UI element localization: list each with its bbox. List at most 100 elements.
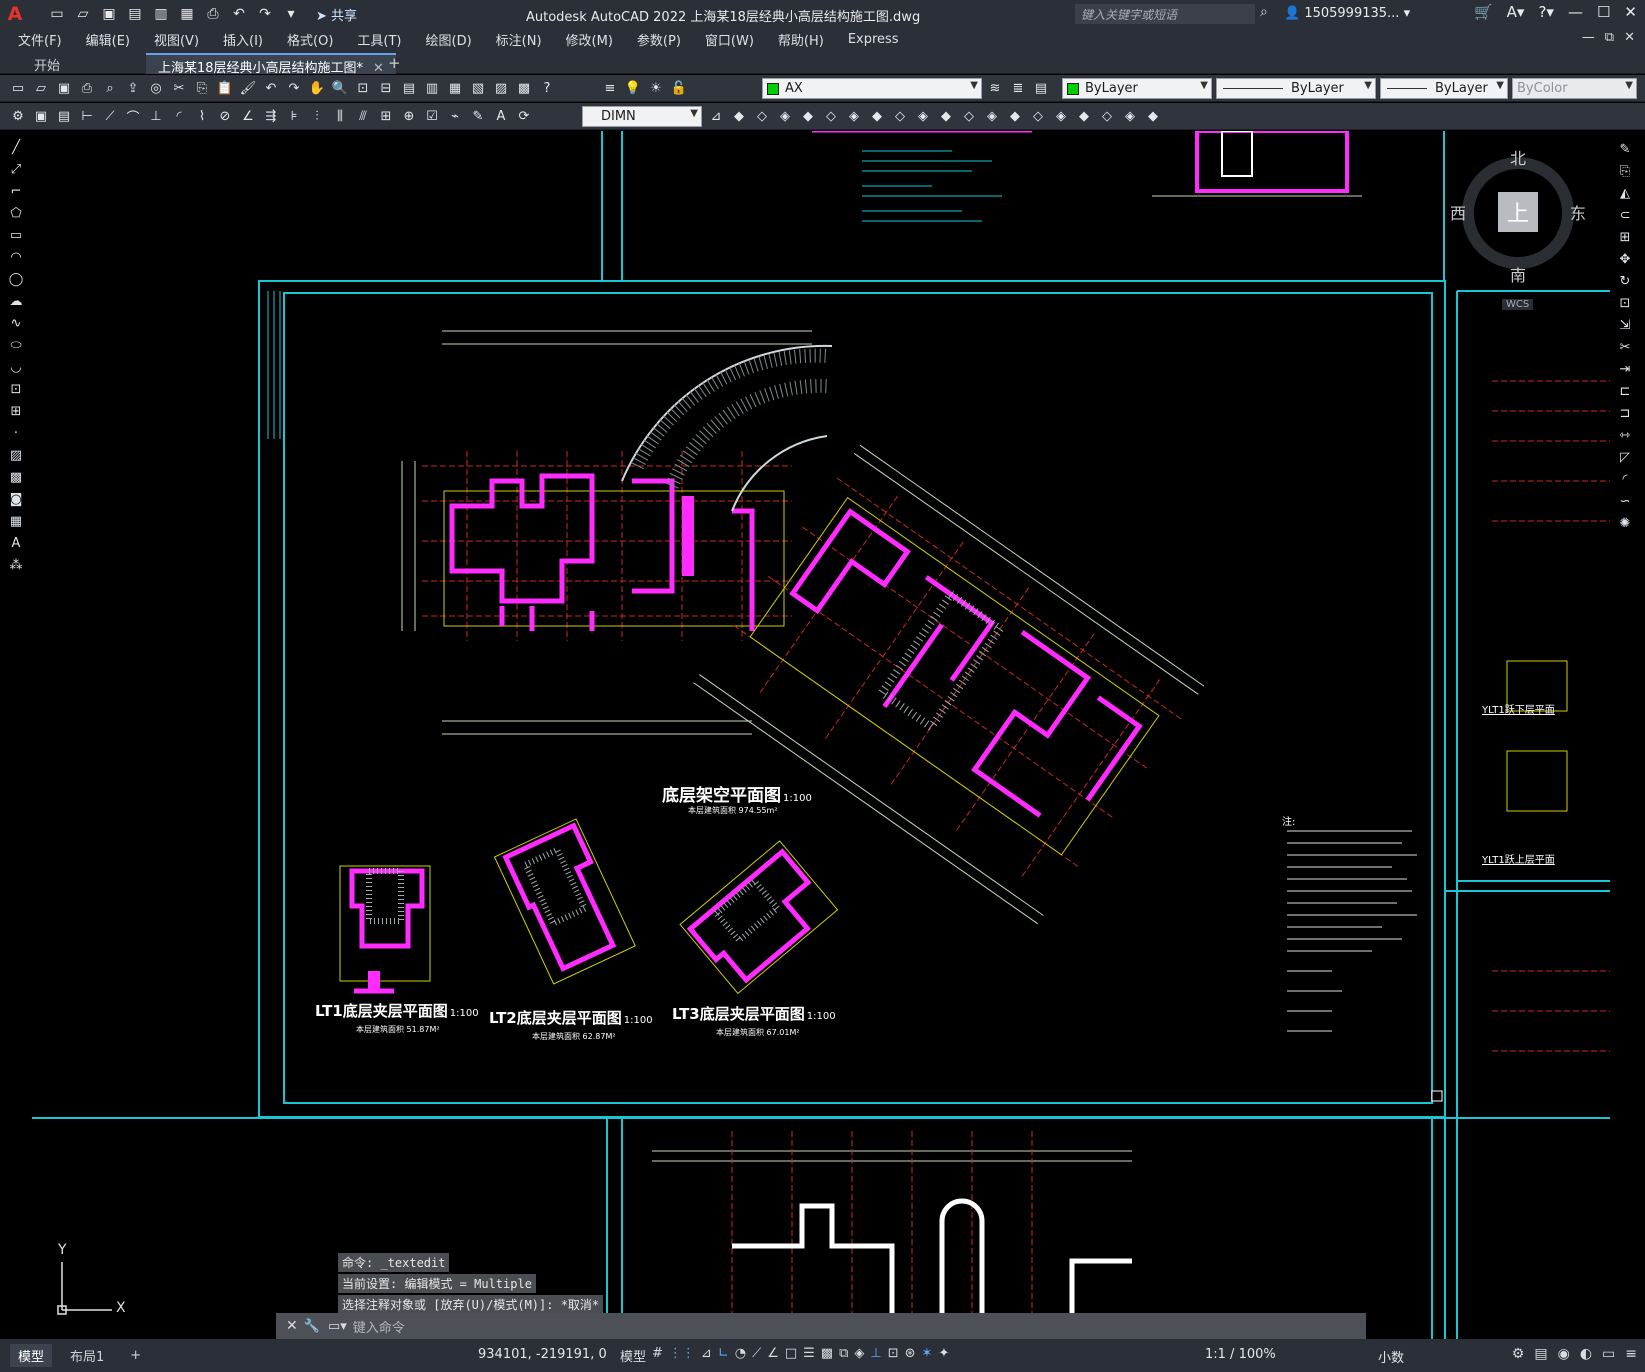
menu-file[interactable]: 文件(F): [18, 30, 62, 49]
dynamic-ucs-icon[interactable]: ⊥: [870, 1346, 881, 1365]
view-3d-icon-12[interactable]: ◈: [982, 106, 1002, 126]
help-icon[interactable]: ?: [537, 78, 557, 98]
save-web-icon[interactable]: ▦: [176, 4, 198, 24]
menu-help[interactable]: 帮助(H): [778, 30, 824, 49]
viewcube[interactable]: 上 北 南 东 西 WCS: [1440, 135, 1590, 315]
plot-icon[interactable]: ⎙: [202, 4, 224, 24]
quick-properties-icon[interactable]: ▤: [1534, 1346, 1547, 1362]
extend-icon[interactable]: ⇥: [1613, 360, 1637, 379]
layer-states-icon[interactable]: ▤: [1031, 78, 1051, 98]
ordinate-dim-icon[interactable]: ⊥: [146, 106, 166, 126]
tab-model[interactable]: 模型: [10, 1344, 53, 1367]
quick-dim-icon[interactable]: ⇶: [261, 106, 281, 126]
grip-point[interactable]: [1431, 1090, 1443, 1102]
dimstyle-dropdown[interactable]: DIMN ▼: [582, 106, 702, 127]
hatch-icon[interactable]: ▨: [4, 446, 28, 465]
view-3d-icon-16[interactable]: ◆: [1074, 106, 1094, 126]
isodraft-icon[interactable]: ⟋: [752, 1346, 761, 1365]
xline-icon[interactable]: ⤢: [4, 160, 28, 179]
qnew-icon[interactable]: ▭: [8, 78, 28, 98]
close-icon[interactable]: ✕: [1624, 3, 1637, 21]
radius-dim-icon[interactable]: ◜: [169, 106, 189, 126]
rectangle-icon[interactable]: ▭: [4, 226, 28, 245]
autocad-logo[interactable]: A: [0, 0, 30, 28]
polyline-icon[interactable]: ⌐: [4, 182, 28, 201]
make-current-layer-icon[interactable]: ≋: [985, 78, 1005, 98]
polar-icon[interactable]: ◔: [735, 1346, 746, 1365]
mirror-icon[interactable]: ◭: [1613, 184, 1637, 203]
stretch-icon[interactable]: ⇲: [1613, 316, 1637, 335]
menu-express[interactable]: Express: [848, 32, 899, 47]
view-3d-icon-8[interactable]: ◇: [890, 106, 910, 126]
view-3d-icon-18[interactable]: ◈: [1120, 106, 1140, 126]
command-input[interactable]: 键入命令: [353, 1317, 405, 1336]
wcs-menu[interactable]: WCS: [1502, 299, 1534, 310]
plot-icon[interactable]: ⎙: [77, 78, 97, 98]
open-file-icon[interactable]: ▱: [72, 4, 94, 24]
dim-break-icon[interactable]: ⫻: [353, 106, 373, 126]
workspace-switch-icon[interactable]: ⚙: [1512, 1346, 1525, 1362]
move-icon[interactable]: ✥: [1613, 250, 1637, 269]
infer-constraints-icon[interactable]: ⊿: [701, 1346, 712, 1365]
baseline-dim-icon[interactable]: ⊧: [284, 106, 304, 126]
selection-filter-icon[interactable]: ⊡: [888, 1346, 899, 1365]
minimize-icon[interactable]: —: [1568, 3, 1583, 21]
view-3d-icon-14[interactable]: ◇: [1028, 106, 1048, 126]
snap-icon[interactable]: ⋮⋮: [669, 1346, 695, 1365]
copy-object-icon[interactable]: ⎘: [1613, 162, 1637, 181]
compass-north[interactable]: 北: [1510, 145, 1526, 169]
isolate-objects-icon[interactable]: ◉: [1558, 1346, 1570, 1362]
doc-restore-icon[interactable]: ⧉: [1605, 30, 1614, 45]
layer-previous-icon[interactable]: ≣: [1008, 78, 1028, 98]
tab-close-icon[interactable]: ✕: [373, 61, 384, 76]
zoom-window-icon[interactable]: ⊡: [353, 78, 373, 98]
recent-commands-icon[interactable]: ▭▾: [328, 1319, 347, 1334]
join-icon[interactable]: ⇿: [1613, 426, 1637, 445]
make-block-icon[interactable]: ⊞: [4, 402, 28, 421]
dim-text-edit-icon[interactable]: A: [491, 106, 511, 126]
layer-properties-icon[interactable]: ≡: [600, 78, 620, 98]
customize-status-icon[interactable]: ≡: [1625, 1346, 1637, 1362]
ellipse-icon[interactable]: ⬭: [4, 336, 28, 355]
layer-lock-icon[interactable]: 🔓: [669, 78, 689, 98]
insert-block-icon[interactable]: ⊡: [4, 380, 28, 399]
calculator-icon[interactable]: ▩: [514, 78, 534, 98]
jogged-dim-icon[interactable]: ⌇: [192, 106, 212, 126]
view-3d-icon-13[interactable]: ◆: [1005, 106, 1025, 126]
cart-icon[interactable]: 🛒: [1474, 3, 1493, 21]
close-command-line-icon[interactable]: ✕: [286, 1318, 298, 1334]
compass-south[interactable]: 南: [1510, 262, 1526, 286]
layer-dropdown[interactable]: AX ▼: [762, 78, 982, 99]
workspace-save-icon[interactable]: ▣: [31, 106, 51, 126]
jogged-linear-icon[interactable]: ⌁: [445, 106, 465, 126]
properties-icon[interactable]: ▤: [399, 78, 419, 98]
redo-icon[interactable]: ↷: [284, 78, 304, 98]
menu-format[interactable]: 格式(O): [287, 30, 333, 49]
annotation-scale[interactable]: 1:1 / 100%: [1205, 1347, 1276, 1362]
undo-icon[interactable]: ↶: [261, 78, 281, 98]
pan-icon[interactable]: ✋: [307, 78, 327, 98]
offset-icon[interactable]: ⊂: [1613, 206, 1637, 225]
view-3d-icon-6[interactable]: ◈: [844, 106, 864, 126]
menu-edit[interactable]: 编辑(E): [86, 30, 130, 49]
linear-dim-icon[interactable]: ⊢: [77, 106, 97, 126]
compass-west[interactable]: 西: [1450, 200, 1466, 224]
menu-dimension[interactable]: 标注(N): [496, 30, 542, 49]
break-icon[interactable]: ⊐: [1613, 404, 1637, 423]
ortho-icon[interactable]: ∟: [718, 1346, 729, 1365]
auto-scale-icon[interactable]: ✦: [938, 1346, 949, 1365]
spline-icon[interactable]: ∿: [4, 314, 28, 333]
mtext-icon[interactable]: A: [4, 534, 28, 553]
view-3d-icon-11[interactable]: ◇: [959, 106, 979, 126]
menu-parametric[interactable]: 参数(P): [637, 30, 681, 49]
revcloud-icon[interactable]: ☁: [4, 292, 28, 311]
tab-layout1[interactable]: 布局1: [62, 1344, 112, 1367]
view-3d-icon-15[interactable]: ◈: [1051, 106, 1071, 126]
autodesk-app-icon[interactable]: A▾: [1507, 3, 1525, 21]
object-snap-icon[interactable]: □: [785, 1346, 797, 1365]
ellipse-arc-icon[interactable]: ◡: [4, 358, 28, 377]
design-center-icon[interactable]: ▥: [422, 78, 442, 98]
add-selected-icon[interactable]: ⁂: [4, 556, 28, 575]
compass-east[interactable]: 东: [1570, 200, 1586, 224]
share-button[interactable]: ➤ 共享: [316, 5, 357, 24]
